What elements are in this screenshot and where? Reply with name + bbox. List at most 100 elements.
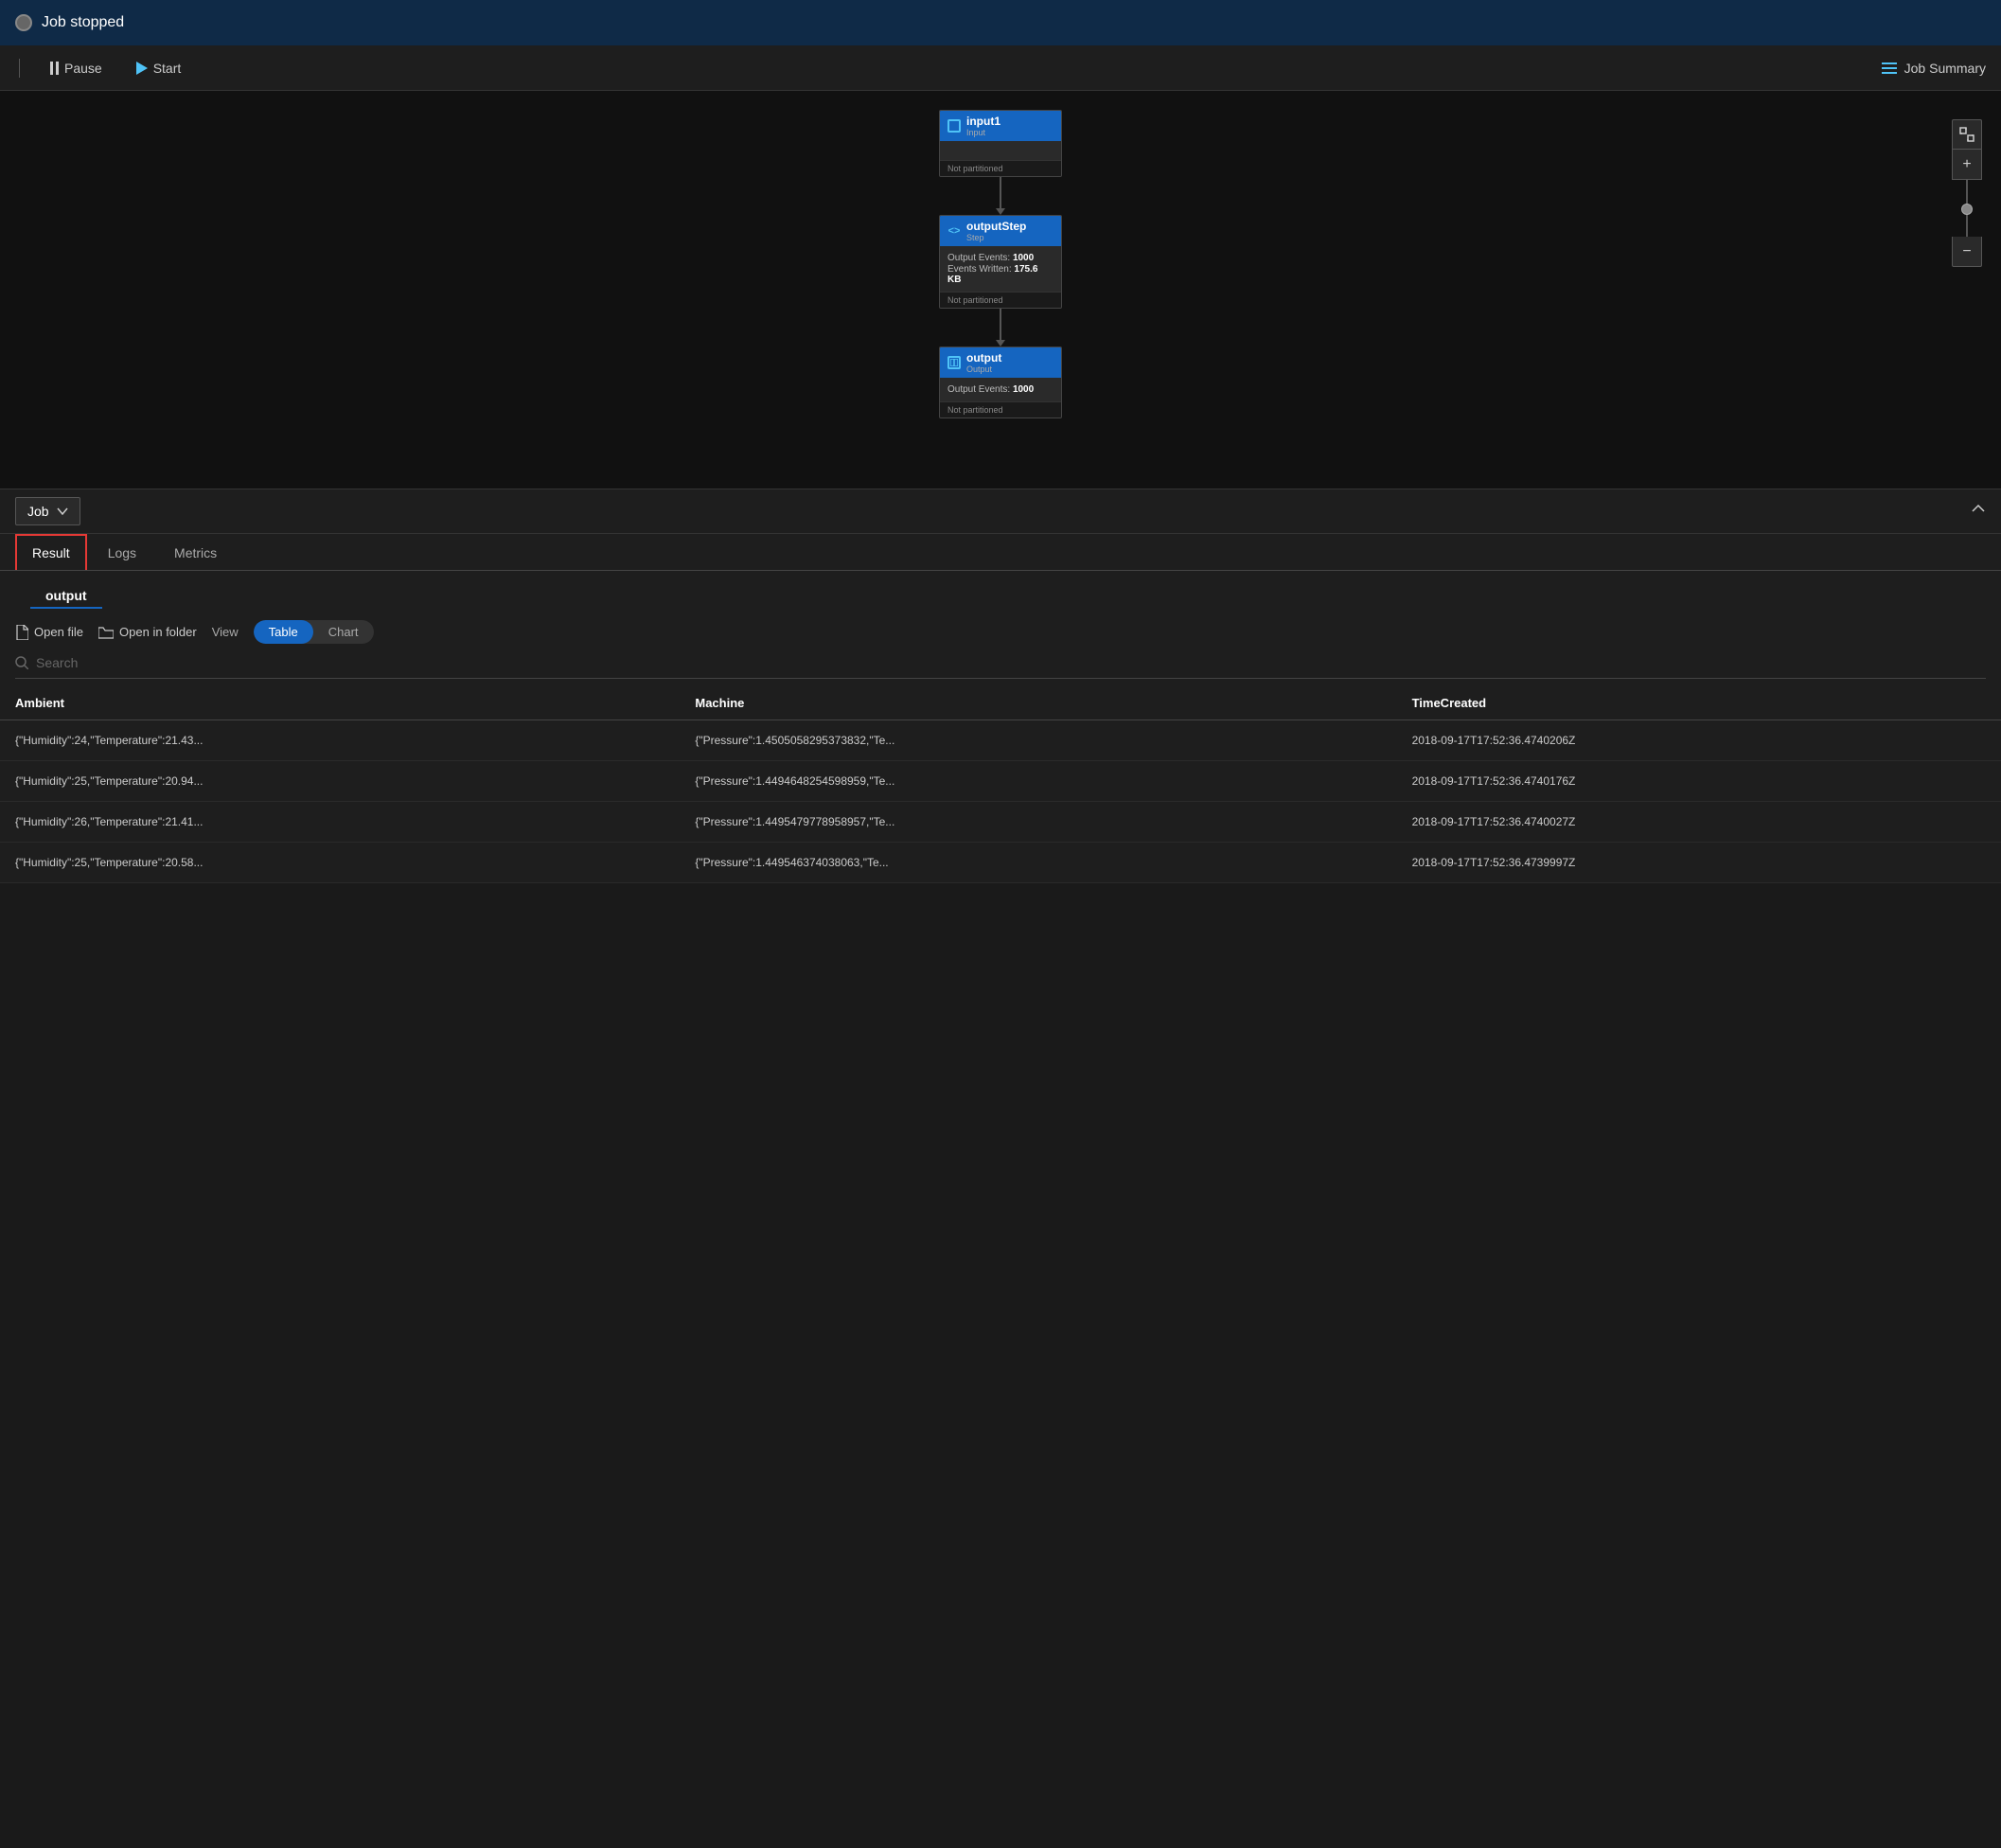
cell-timeCreated-2: 2018-09-17T17:52:36.4740027Z [1397,802,2001,843]
output-node-icon [947,356,961,369]
tab-logs[interactable]: Logs [91,534,153,570]
canvas-area: input1 Input Not partitioned <> outputSt… [0,91,2001,489]
collapse-icon [1971,502,1986,517]
bottom-panel: Job Result Logs Metrics output [0,489,2001,883]
toggle-table[interactable]: Table [254,620,313,644]
table-body: {"Humidity":24,"Temperature":21.43...{"P… [0,720,2001,883]
tabs-bar: Result Logs Metrics [0,534,2001,571]
node-outputstep-label: outputStep [966,220,1026,233]
node-outputstep-body: Output Events: 1000 Events Written: 175.… [940,246,1061,292]
hamburger-line-1 [1882,62,1897,64]
job-summary-button[interactable]: Job Summary [1882,61,1986,76]
flow-arrow-1 [996,208,1005,215]
search-bar [15,655,1986,679]
open-in-folder-label: Open in folder [119,625,197,639]
table-row: {"Humidity":24,"Temperature":21.43...{"P… [0,720,2001,761]
tab-metrics[interactable]: Metrics [157,534,234,570]
toolbar-left: Pause Start [15,55,1882,81]
start-label: Start [153,61,182,76]
cell-timeCreated-1: 2018-09-17T17:52:36.4740176Z [1397,761,2001,802]
table-row: {"Humidity":26,"Temperature":21.41...{"P… [0,802,2001,843]
connector-1 [996,177,1005,215]
node-input1-label: input1 [966,115,1000,128]
zoom-controls: + − [1952,119,1982,267]
open-in-folder-button[interactable]: Open in folder [98,625,197,639]
node-input1-footer: Not partitioned [940,160,1061,176]
pause-bar-1 [50,62,53,75]
node-output-type: Output [966,364,1001,374]
table-header-row: Ambient Machine TimeCreated [0,686,2001,720]
zoom-fit-icon [1959,127,1974,142]
node-input1[interactable]: input1 Input Not partitioned [939,110,1062,177]
node-output-stat-1: Output Events: 1000 [947,384,1054,395]
view-label: View [212,625,239,639]
title-bar-text: Job stopped [42,14,124,31]
cell-ambient-2: {"Humidity":26,"Temperature":21.41... [0,802,680,843]
data-table: Ambient Machine TimeCreated {"Humidity":… [0,686,2001,883]
step-node-icon: <> [947,224,961,238]
table-header: Ambient Machine TimeCreated [0,686,2001,720]
node-output-header: output Output [940,347,1061,378]
hamburger-line-3 [1882,72,1897,74]
flow-line-1 [1000,177,1001,208]
open-file-button[interactable]: Open file [15,625,83,640]
node-outputstep[interactable]: <> outputStep Step Output Events: 1000 E… [939,215,1062,309]
flow-diagram: input1 Input Not partitioned <> outputSt… [939,110,1062,418]
cell-machine-0: {"Pressure":1.4505058295373832,"Te... [680,720,1396,761]
search-icon [15,656,28,669]
node-input1-body [940,141,1061,160]
node-outputstep-footer: Not partitioned [940,292,1061,308]
search-input[interactable] [36,655,1986,670]
output-name-label: output [30,578,102,609]
zoom-in-button[interactable]: + [1952,150,1982,180]
pause-button[interactable]: Pause [43,55,110,81]
title-bar: Job stopped [0,0,2001,45]
job-selector-label: Job [27,504,49,519]
node-outputstep-header: <> outputStep Step [940,216,1061,246]
start-button[interactable]: Start [129,55,189,81]
node-outputstep-stat-2: Events Written: 175.6 KB [947,264,1054,285]
cell-ambient-3: {"Humidity":25,"Temperature":20.58... [0,843,680,883]
table-row: {"Humidity":25,"Temperature":20.94...{"P… [0,761,2001,802]
cell-machine-2: {"Pressure":1.4495479778958957,"Te... [680,802,1396,843]
flow-arrow-2 [996,340,1005,346]
hamburger-icon [1882,62,1897,74]
toggle-chart[interactable]: Chart [313,620,374,644]
view-toggle-group: Table Chart [254,620,374,644]
pause-icon [50,62,59,75]
pause-bar-2 [56,62,59,75]
cell-machine-3: {"Pressure":1.449546374038063,"Te... [680,843,1396,883]
col-machine: Machine [680,686,1396,720]
node-outputstep-stat-1: Output Events: 1000 [947,253,1054,263]
node-output[interactable]: output Output Output Events: 1000 Not pa… [939,346,1062,418]
panel-top-bar: Job [0,489,2001,534]
app-icon [15,14,32,31]
node-output-label: output [966,351,1001,364]
job-summary-label: Job Summary [1904,61,1986,76]
zoom-slider[interactable] [1966,180,1968,237]
toolbar-divider [19,59,20,78]
tab-result[interactable]: Result [15,534,87,570]
panel-collapse-button[interactable] [1971,502,1986,522]
input-node-icon [947,119,961,133]
folder-icon [98,626,114,639]
hamburger-line-2 [1882,67,1897,69]
chevron-down-icon [57,507,68,515]
node-output-body: Output Events: 1000 [940,378,1061,401]
output-label-row: output [0,571,2001,613]
output-node-svg [950,359,958,366]
cell-ambient-1: {"Humidity":25,"Temperature":20.94... [0,761,680,802]
zoom-thumb [1961,204,1973,215]
cell-machine-1: {"Pressure":1.4494648254598959,"Te... [680,761,1396,802]
node-output-footer: Not partitioned [940,401,1061,418]
open-file-label: Open file [34,625,83,639]
node-input1-type: Input [966,128,1000,137]
cell-ambient-0: {"Humidity":24,"Temperature":21.43... [0,720,680,761]
job-selector[interactable]: Job [15,497,80,525]
open-file-icon [15,625,28,640]
zoom-fit-button[interactable] [1952,119,1982,150]
zoom-out-button[interactable]: − [1952,237,1982,267]
flow-line-2 [1000,309,1001,340]
toolbar: Pause Start Job Summary [0,45,2001,91]
pause-label: Pause [64,61,102,76]
